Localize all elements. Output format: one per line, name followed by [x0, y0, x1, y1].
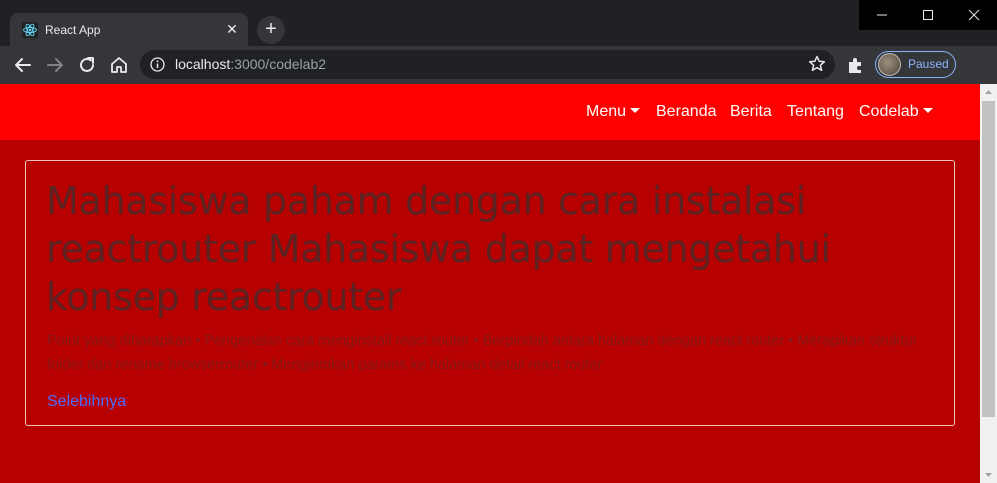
browser-titlebar: React App ✕ + — [0, 0, 997, 46]
profile-status: Paused — [908, 57, 949, 71]
url-text: localhost:3000/codelab2 — [175, 56, 326, 73]
react-logo-icon — [22, 22, 38, 38]
home-icon[interactable] — [108, 54, 130, 76]
tab-close-icon[interactable]: ✕ — [224, 21, 240, 37]
nav-dropdown-codelab[interactable]: Codelab — [859, 102, 933, 122]
bookmark-star-icon[interactable] — [807, 54, 827, 74]
nav-link-tentang[interactable]: Tentang — [787, 102, 844, 122]
nav-link-berita[interactable]: Berita — [730, 102, 772, 122]
tab-title: React App — [45, 23, 101, 37]
page-viewport: Menu Beranda Berita Tentang Codelab Maha… — [0, 84, 980, 483]
url-host: localhost — [175, 56, 231, 72]
card-description: Point yang diharapkan • Pengenalan cara … — [47, 333, 918, 373]
scroll-up-arrow-icon[interactable] — [980, 84, 997, 101]
content-card: Mahasiswa paham dengan cara instalasi re… — [25, 160, 955, 426]
url-path: :3000/codelab2 — [230, 56, 327, 72]
avatar — [878, 53, 901, 76]
browser-tab[interactable]: React App ✕ — [10, 13, 248, 46]
caret-down-icon — [922, 108, 933, 113]
scroll-down-arrow-icon[interactable] — [980, 466, 997, 483]
nav-dropdown-menu[interactable]: Menu — [586, 102, 641, 122]
minimize-icon — [877, 14, 887, 16]
nav-link-beranda[interactable]: Beranda — [656, 102, 717, 122]
read-more-link[interactable]: Selebihnya — [47, 392, 126, 412]
nav-menu-label: Menu — [586, 103, 627, 120]
scrollbar-thumb[interactable] — [982, 101, 995, 417]
extensions-puzzle-icon[interactable] — [846, 55, 866, 75]
address-bar[interactable]: localhost:3000/codelab2 — [140, 50, 835, 79]
caret-down-icon — [630, 108, 641, 113]
navbar: Menu Beranda Berita Tentang Codelab — [0, 84, 980, 140]
nav-codelab-label: Codelab — [859, 103, 919, 120]
browser-toolbar: localhost:3000/codelab2 Paused — [0, 46, 997, 84]
close-icon — [968, 9, 980, 21]
profile-button[interactable]: Paused — [875, 51, 956, 78]
maximize-button[interactable] — [905, 0, 951, 30]
site-info-icon[interactable] — [150, 57, 165, 72]
forward-arrow-icon[interactable] — [44, 54, 66, 76]
card-heading: Mahasiswa paham dengan cara instalasi re… — [46, 179, 831, 319]
back-arrow-icon[interactable] — [12, 54, 34, 76]
new-tab-button[interactable]: + — [257, 16, 285, 44]
close-window-button[interactable] — [951, 0, 997, 30]
reload-icon[interactable] — [76, 54, 98, 76]
maximize-icon — [923, 10, 933, 20]
minimize-button[interactable] — [859, 0, 905, 30]
vertical-scrollbar[interactable] — [980, 84, 997, 483]
